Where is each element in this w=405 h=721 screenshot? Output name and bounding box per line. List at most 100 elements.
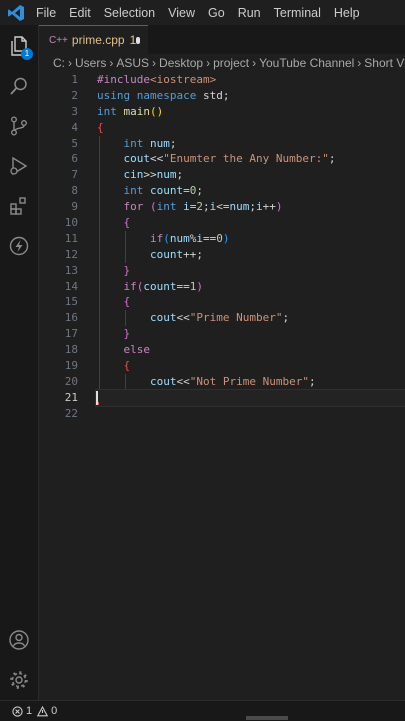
line-number: 16 xyxy=(64,311,78,325)
identifier: cin xyxy=(123,168,144,182)
indent-guide xyxy=(99,183,100,200)
breadcrumb-item[interactable]: C: xyxy=(53,56,65,70)
bracket: ) xyxy=(275,200,283,214)
menu-run[interactable]: Run xyxy=(238,6,261,20)
punctuation: ; xyxy=(222,88,230,102)
warning-count: 0 xyxy=(51,705,58,717)
code-line[interactable]: count++; xyxy=(97,246,405,263)
code-area[interactable]: #include<iostream> using namespace std; … xyxy=(95,72,405,422)
variable: i xyxy=(256,200,263,214)
run-debug-button[interactable] xyxy=(0,148,38,184)
horizontal-scrollbar-thumb[interactable] xyxy=(246,716,288,720)
line-number: 3 xyxy=(71,104,78,118)
code-line[interactable]: int main() xyxy=(97,104,405,120)
breadcrumb-item[interactable]: YouTube Channel xyxy=(259,56,354,70)
code-line[interactable]: using namespace std; xyxy=(97,88,405,104)
line-number: 10 xyxy=(64,216,78,230)
punctuation: ; xyxy=(196,184,203,198)
string-literal: "Not Prime Number" xyxy=(189,374,309,388)
run-debug-icon xyxy=(10,156,28,176)
number-literal: 0 xyxy=(216,231,223,245)
menu-selection[interactable]: Selection xyxy=(104,6,155,20)
operator: << xyxy=(176,311,190,325)
code-editor[interactable]: 1 2 3 4 5 6 7 8 9 10 11 12 13 14 15 16 1… xyxy=(39,72,405,700)
brace-unmatched: { xyxy=(123,359,131,373)
menu-terminal[interactable]: Terminal xyxy=(274,6,321,20)
indent-guide xyxy=(99,215,100,231)
code-line[interactable]: cout<<"Not Prime Number"; xyxy=(97,373,405,390)
breadcrumb-item[interactable]: Desktop xyxy=(159,56,203,70)
code-line-current[interactable] xyxy=(95,388,405,407)
line-number: 5 xyxy=(71,136,78,150)
menu-edit[interactable]: Edit xyxy=(69,6,91,20)
brace-unmatched: { xyxy=(97,120,104,134)
code-line[interactable]: cin>>num; xyxy=(97,167,405,184)
code-line[interactable]: int count=0; xyxy=(97,183,405,200)
unsaved-dot-icon[interactable] xyxy=(136,36,140,44)
tab-prime-cpp[interactable]: C++ prime.cpp 1 xyxy=(39,25,148,54)
code-line[interactable]: if(num%i==0) xyxy=(97,230,405,247)
code-line[interactable]: cout<<"Enumter the Any Number:"; xyxy=(97,151,405,168)
code-line[interactable]: { xyxy=(97,120,405,136)
line-number: 15 xyxy=(64,295,78,309)
chevron-right-icon: › xyxy=(357,56,362,70)
search-icon xyxy=(10,77,27,95)
control-keyword: if xyxy=(123,279,137,293)
code-line[interactable]: int num; xyxy=(97,135,405,152)
breadcrumb-item[interactable]: Short Video xyxy=(364,56,405,70)
include-header: <iostream> xyxy=(149,73,217,86)
menu-go[interactable]: Go xyxy=(208,6,225,20)
bracket: ) xyxy=(196,279,203,293)
code-line[interactable]: else xyxy=(97,342,405,359)
breadcrumb-item[interactable]: ASUS xyxy=(116,56,149,70)
code-line[interactable]: { xyxy=(97,358,405,374)
problems-indicator[interactable]: 1 0 xyxy=(12,705,57,717)
code-line[interactable]: cout<<"Prime Number"; xyxy=(97,310,405,327)
vscode-logo-icon[interactable] xyxy=(7,4,25,22)
punctuation: ; xyxy=(196,247,203,261)
breadcrumb-item[interactable]: Users xyxy=(75,56,106,70)
chevron-right-icon: › xyxy=(109,56,114,70)
code-line[interactable]: for (int i=2;i<=num;i++) xyxy=(97,199,405,216)
accounts-button[interactable] xyxy=(0,622,38,658)
indent-guide xyxy=(99,373,100,390)
search-button[interactable] xyxy=(0,68,38,104)
punctuation: ; xyxy=(328,152,336,166)
line-number-current: 21 xyxy=(64,390,78,404)
line-number: 18 xyxy=(64,343,78,357)
manage-button[interactable] xyxy=(0,662,38,698)
code-line[interactable]: { xyxy=(97,215,405,231)
operator: = xyxy=(183,184,190,198)
bracket: ( xyxy=(150,104,157,118)
extensions-button[interactable] xyxy=(0,188,38,224)
variable: count xyxy=(150,184,184,198)
breadcrumb-item[interactable]: project xyxy=(213,56,249,70)
type-keyword: int xyxy=(156,200,177,214)
code-line[interactable] xyxy=(97,406,405,422)
code-line[interactable]: } xyxy=(97,326,405,343)
brace: } xyxy=(123,327,131,341)
string-literal: "Prime Number" xyxy=(189,311,283,325)
operator: ++ xyxy=(183,247,197,261)
source-control-icon xyxy=(11,116,27,136)
operator: == xyxy=(202,231,217,245)
code-line[interactable]: } xyxy=(97,262,405,279)
code-line[interactable]: #include<iostream> xyxy=(97,72,405,88)
line-number: 1 xyxy=(71,73,78,86)
menu-file[interactable]: File xyxy=(36,6,56,20)
control-keyword: if xyxy=(149,231,164,245)
variable: num xyxy=(169,231,190,245)
function-name: main xyxy=(123,104,151,118)
menu-help[interactable]: Help xyxy=(334,6,360,20)
explorer-button[interactable]: 1 xyxy=(0,28,38,64)
source-control-button[interactable] xyxy=(0,108,38,144)
menu-view[interactable]: View xyxy=(168,6,195,20)
variable: count xyxy=(149,247,184,261)
code-line[interactable]: if(count==1) xyxy=(97,278,405,295)
brace: { xyxy=(123,295,131,309)
keyword: using xyxy=(97,88,131,102)
code-line[interactable]: { xyxy=(97,294,405,311)
thunder-client-button[interactable] xyxy=(0,228,38,264)
punctuation: ; xyxy=(308,374,316,388)
breadcrumb: C: › Users › ASUS › Desktop › project › … xyxy=(39,54,405,72)
